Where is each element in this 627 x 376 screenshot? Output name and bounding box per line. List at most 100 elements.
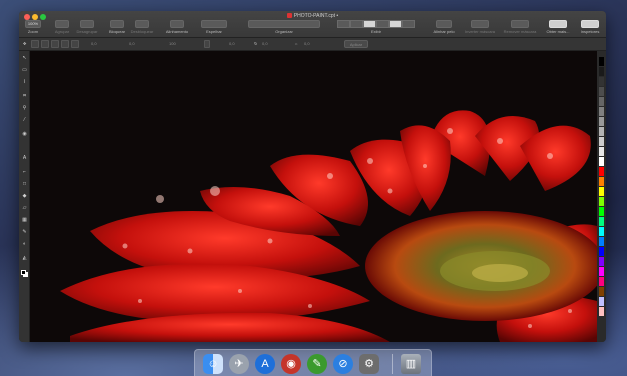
view-mode-3[interactable] [363,20,376,28]
palette-swatch[interactable] [599,237,604,246]
scale-x-field[interactable]: 100 [169,41,176,46]
pick-tool-icon[interactable]: ↖ [21,55,28,62]
trash-icon[interactable]: ▥ [401,354,421,374]
palette-swatch[interactable] [599,67,604,76]
palette-swatch[interactable] [599,77,604,86]
color-palette [597,51,606,342]
remove-mask-label: Remover máscara [503,29,537,34]
group-label: Agrupar [54,29,70,34]
width-field[interactable]: 0,0 [129,41,135,46]
palette-swatch[interactable] [599,167,604,176]
skew-icon: ⇔ [294,41,298,46]
brush-tool-icon[interactable]: ✎ [21,229,28,236]
align-to-label: Alinhar pelo [433,29,455,34]
rotation-center-x[interactable]: 0,0 [262,41,268,46]
palette-swatch[interactable] [599,107,604,116]
palette-swatch[interactable] [599,187,604,196]
palette-swatch[interactable] [599,267,604,276]
photo-paint-icon[interactable]: ◉ [281,354,301,374]
eyedropper-tool-icon[interactable]: ⁄ [21,117,28,124]
view-mode-6[interactable] [402,20,415,28]
foreground-color[interactable] [21,270,26,275]
zoom-control[interactable]: 100% Zoom [24,20,42,38]
palette-swatch[interactable] [599,57,604,66]
app-store-icon[interactable]: A [255,354,275,374]
crop-tool-icon[interactable]: ⌗ [21,93,28,100]
zoom-dropdown[interactable]: 100% [25,20,41,28]
mirror-button[interactable]: Espelhar [199,20,229,38]
palette-swatch[interactable] [599,287,604,296]
alignment-button[interactable]: Alinhamento [164,20,190,38]
palette-swatch[interactable] [599,147,604,156]
lock-ratio-toggle[interactable] [204,40,210,48]
mask-tool-icon[interactable]: ▭ [21,67,28,74]
image-canvas[interactable] [30,51,597,342]
lock-button[interactable]: Bloquear [107,20,127,38]
transform-mode-2[interactable] [41,40,49,48]
view-mode-5[interactable] [389,20,402,28]
fill-tool-icon[interactable]: ◆ [21,193,28,200]
palette-swatch[interactable] [599,157,604,166]
view-mode-2[interactable] [350,20,363,28]
palette-swatch[interactable] [599,117,604,126]
title-bar: PHOTO-PAINT.cpt • 100% Zoom Agrupar Desa… [19,11,606,38]
safari-icon[interactable]: ⊘ [333,354,353,374]
palette-swatch[interactable] [599,297,604,306]
dock-separator [392,354,393,374]
palette-swatch[interactable] [599,177,604,186]
color-swatches[interactable] [21,270,28,277]
photo-paint-window: PHOTO-PAINT.cpt • 100% Zoom Agrupar Desa… [19,11,606,342]
dock: ☺ ✈ A ◉ ✎ ⊘ ⚙ ▥ [194,349,432,376]
launchpad-icon[interactable]: ✈ [229,354,249,374]
ungroup-label: Desagrupar [76,29,98,34]
shape-tool-icon[interactable]: □ [21,181,28,188]
get-more-button[interactable]: Obter mais... [544,20,572,38]
ungroup-button[interactable]: Desagrupar [76,20,98,38]
paint-tool-icon[interactable]: ⌐ [21,169,28,176]
transform-mode-4[interactable] [61,40,69,48]
palette-swatch[interactable] [599,197,604,206]
zoom-tool-icon[interactable]: ⚲ [21,105,28,112]
freehand-mask-tool-icon[interactable]: ⌇ [21,79,28,86]
rotation-field[interactable]: 0,0 [229,41,235,46]
view-mode-1[interactable] [337,20,350,28]
invert-mask-button[interactable]: Inverter máscara [463,20,497,38]
unlock-label: Desbloquear [130,29,154,34]
group-button[interactable]: Agrupar [52,20,72,38]
remove-mask-button[interactable]: Remover máscara [501,20,539,38]
text-tool-icon[interactable]: A [21,155,28,162]
object-tool-icon[interactable]: ◭ [21,255,28,262]
clone-tool-icon[interactable]: ▦ [21,217,28,224]
toolbox: ↖ ▭ ⌇ ⌗ ⚲ ⁄ ◉ A ⌐ □ ◆ ▱ ▦ ✎ ◐ ◭ [19,51,30,342]
align-to-button[interactable]: Alinhar pelo [431,20,457,38]
palette-swatch[interactable] [599,127,604,136]
redeye-tool-icon[interactable]: ◉ [21,131,28,138]
palette-swatch[interactable] [599,87,604,96]
palette-swatch[interactable] [599,247,604,256]
palette-swatch[interactable] [599,307,604,316]
palette-swatch[interactable] [599,97,604,106]
inspectors-button[interactable]: Inspetores [577,20,603,38]
palette-swatch[interactable] [599,277,604,286]
transform-mode-3[interactable] [51,40,59,48]
palette-swatch[interactable] [599,137,604,146]
palette-swatch[interactable] [599,207,604,216]
skew-x-field[interactable]: 0,0 [304,41,310,46]
view-label: Exibir [370,29,381,34]
effect-tool-icon[interactable]: ◐ [21,241,28,248]
eraser-tool-icon[interactable]: ▱ [21,205,28,212]
palette-swatch[interactable] [599,217,604,226]
finder-icon[interactable]: ☺ [203,354,223,374]
corel-draw-icon[interactable]: ✎ [307,354,327,374]
transform-mode-5[interactable] [71,40,79,48]
unlock-button[interactable]: Desbloquear [130,20,154,38]
apply-button[interactable]: Aplicar [344,40,368,48]
palette-swatch[interactable] [599,227,604,236]
system-preferences-icon[interactable]: ⚙ [359,354,379,374]
transform-mode-1[interactable] [31,40,39,48]
palette-swatch[interactable] [599,257,604,266]
x-position-field[interactable]: 0,0 [91,41,97,46]
view-controls: Exibir [331,20,421,38]
arrange-button[interactable]: Organizar [247,20,321,38]
view-mode-4[interactable] [376,20,389,28]
